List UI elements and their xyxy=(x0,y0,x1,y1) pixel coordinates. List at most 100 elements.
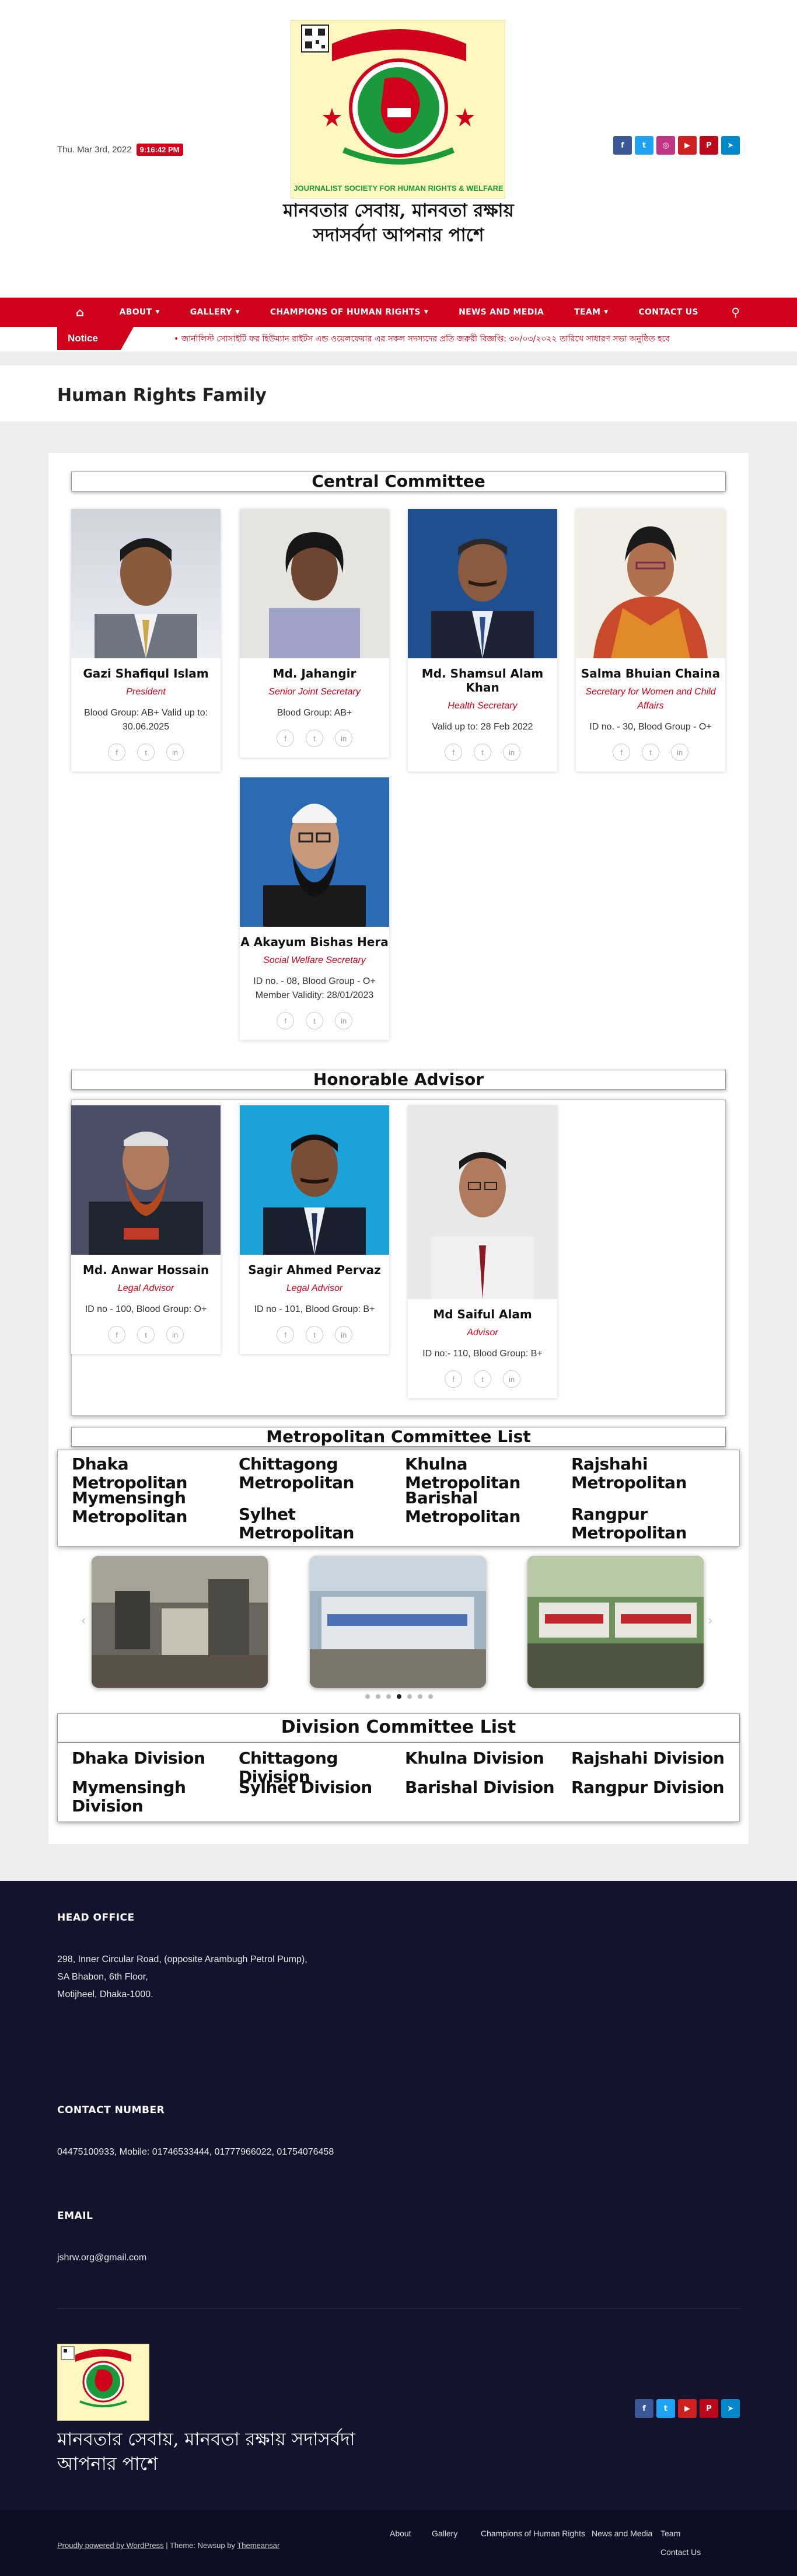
nav-item-team[interactable]: TEAM ▼ xyxy=(574,308,608,317)
footer-link-team[interactable]: Team xyxy=(660,2529,680,2538)
metro-item-sylhet[interactable]: Sylhet Metropolitan xyxy=(239,1505,402,1542)
carousel-dot[interactable] xyxy=(365,1694,370,1699)
facebook-icon[interactable]: f xyxy=(108,744,125,761)
division-item-dhaka[interactable]: Dhaka Division xyxy=(72,1749,226,1768)
member-photo xyxy=(240,1105,389,1255)
twitter-icon[interactable]: t xyxy=(474,744,491,761)
facebook-icon[interactable]: f xyxy=(277,729,294,747)
metro-item-khulna[interactable]: Khulna Metropolitan xyxy=(405,1455,568,1492)
gallery-slide[interactable] xyxy=(92,1556,268,1688)
member-photo xyxy=(240,509,389,658)
office-heading: HEAD OFFICE xyxy=(57,1912,135,1924)
linkedin-icon[interactable]: in xyxy=(166,1326,184,1343)
linkedin-icon[interactable]: in xyxy=(503,1370,520,1388)
notice-text[interactable]: • জার্নালিস্ট সোসাইটি ফর হিউম্যান রাইটস … xyxy=(174,332,740,346)
nav-item-contact[interactable]: CONTACT US xyxy=(638,308,698,317)
metro-item-dhaka[interactable]: Dhaka Metropolitan xyxy=(72,1455,226,1492)
carousel-dot[interactable] xyxy=(407,1694,412,1699)
metro-item-chittagong[interactable]: Chittagong Metropolitan xyxy=(239,1455,393,1492)
twitter-icon[interactable]: t xyxy=(137,744,155,761)
contact-numbers: 04475100933, Mobile: 01746533444, 017779… xyxy=(57,2147,334,2157)
facebook-icon[interactable]: f xyxy=(445,1370,462,1388)
linkedin-icon[interactable]: in xyxy=(166,744,184,761)
linkedin-icon[interactable]: in xyxy=(335,1326,352,1343)
address-line: Motijheel, Dhaka-1000. xyxy=(57,1989,153,1999)
metro-item-barishal[interactable]: Barishal Metropolitan xyxy=(405,1489,559,1526)
contact-email[interactable]: jshrw.org@gmail.com xyxy=(57,2249,146,2267)
twitter-icon[interactable]: t xyxy=(137,1326,155,1343)
member-card: Md. Jahangir Senior Joint Secretary Bloo… xyxy=(240,509,389,758)
footer-link-champions[interactable]: Champions of Human Rights xyxy=(481,2529,585,2538)
youtube-icon[interactable]: ▶ xyxy=(678,2399,697,2418)
pinterest-icon[interactable]: P xyxy=(700,2399,718,2418)
site-footer: HEAD OFFICE 298, Inner Circular Road, (o… xyxy=(0,1881,797,2510)
instagram-icon[interactable]: ◎ xyxy=(656,136,675,155)
metro-item-mymensingh[interactable]: Mymensingh Metropolitan xyxy=(72,1489,226,1526)
metro-item-rangpur[interactable]: Rangpur Metropolitan xyxy=(571,1505,725,1542)
twitter-icon[interactable]: t xyxy=(306,1012,323,1029)
carousel-dot[interactable] xyxy=(376,1694,380,1699)
twitter-icon[interactable]: t xyxy=(656,2399,675,2418)
facebook-icon[interactable]: f xyxy=(635,2399,653,2418)
footer-logo[interactable] xyxy=(57,2344,149,2421)
site-logo[interactable]: JOURNALIST SOCIETY FOR HUMAN RIGHTS & WE… xyxy=(291,20,505,198)
carousel-dot-active[interactable] xyxy=(397,1694,401,1699)
metro-item-rajshahi[interactable]: Rajshahi Metropolitan xyxy=(571,1455,725,1492)
gallery-slide[interactable] xyxy=(527,1556,704,1688)
telegram-icon[interactable]: ➤ xyxy=(721,136,740,155)
linkedin-icon[interactable]: in xyxy=(503,744,520,761)
division-item-khulna[interactable]: Khulna Division xyxy=(405,1749,559,1768)
facebook-icon[interactable]: f xyxy=(613,136,632,155)
twitter-icon[interactable]: t xyxy=(306,729,323,747)
theme-author-link[interactable]: Themeansar xyxy=(237,2541,279,2550)
linkedin-icon[interactable]: in xyxy=(671,744,688,761)
metro-heading: Metropolitan Committee List xyxy=(71,1427,726,1447)
nav-item-about[interactable]: ABOUT ▼ xyxy=(120,308,160,317)
footer-link-contact[interactable]: Contact Us xyxy=(660,2547,701,2557)
division-item-mymensingh[interactable]: Mymensingh Division xyxy=(72,1778,226,1816)
address-line: SA Bhabon, 6th Floor, xyxy=(57,1972,148,1982)
footer-link-news[interactable]: News and Media xyxy=(592,2529,652,2538)
chevron-down-icon: ▼ xyxy=(604,309,609,315)
footer-link-gallery[interactable]: Gallery xyxy=(432,2529,457,2538)
carousel-dot[interactable] xyxy=(428,1694,433,1699)
youtube-icon[interactable]: ▶ xyxy=(678,136,697,155)
linkedin-icon[interactable]: in xyxy=(335,1012,352,1029)
home-icon[interactable]: ⌂ xyxy=(57,305,85,319)
pinterest-icon[interactable]: P xyxy=(700,136,718,155)
carousel-dot[interactable] xyxy=(418,1694,422,1699)
nav-item-gallery[interactable]: GALLERY ▼ xyxy=(190,308,240,317)
chevron-down-icon: ▼ xyxy=(235,309,240,315)
telegram-icon[interactable]: ➤ xyxy=(721,2399,740,2418)
nav-item-champions[interactable]: CHAMPIONS OF HUMAN RIGHTS ▼ xyxy=(270,308,428,317)
division-item-sylhet[interactable]: Sylhet Division xyxy=(239,1778,393,1797)
chevron-left-icon[interactable]: ‹ xyxy=(82,1614,86,1628)
member-role: Health Secretary xyxy=(448,701,518,711)
carousel-dot[interactable] xyxy=(386,1694,391,1699)
twitter-icon[interactable]: t xyxy=(635,136,653,155)
gallery-slide[interactable] xyxy=(310,1556,486,1688)
facebook-icon[interactable]: f xyxy=(613,744,630,761)
chevron-right-icon[interactable]: › xyxy=(708,1614,712,1628)
nav-item-news[interactable]: NEWS AND MEDIA xyxy=(459,308,544,317)
facebook-icon[interactable]: f xyxy=(445,744,462,761)
facebook-icon[interactable]: f xyxy=(277,1012,294,1029)
member-name: Sagir Ahmed Pervaz xyxy=(248,1263,381,1277)
search-icon[interactable]: ⚲ xyxy=(731,305,740,320)
member-card: Sagir Ahmed Pervaz Legal Advisor ID no -… xyxy=(240,1105,389,1354)
facebook-icon[interactable]: f xyxy=(277,1326,294,1343)
twitter-icon[interactable]: t xyxy=(474,1370,491,1388)
twitter-icon[interactable]: t xyxy=(306,1326,323,1343)
division-item-rajshahi[interactable]: Rajshahi Division xyxy=(571,1749,725,1768)
division-item-rangpur[interactable]: Rangpur Division xyxy=(571,1778,725,1797)
twitter-icon[interactable]: t xyxy=(642,744,659,761)
linkedin-icon[interactable]: in xyxy=(335,729,352,747)
footer-link-about[interactable]: About xyxy=(390,2529,411,2538)
wordpress-link[interactable]: Proudly powered by WordPress xyxy=(57,2541,164,2550)
footer-bottom-bar: Proudly powered by WordPress | Theme: Ne… xyxy=(0,2510,797,2576)
footer-divider xyxy=(57,2308,740,2309)
division-item-barishal[interactable]: Barishal Division xyxy=(405,1778,568,1797)
member-info: Blood Group: AB+ xyxy=(277,708,352,718)
facebook-icon[interactable]: f xyxy=(108,1326,125,1343)
logo-text: JOURNALIST SOCIETY FOR HUMAN RIGHTS & WE… xyxy=(293,184,504,193)
